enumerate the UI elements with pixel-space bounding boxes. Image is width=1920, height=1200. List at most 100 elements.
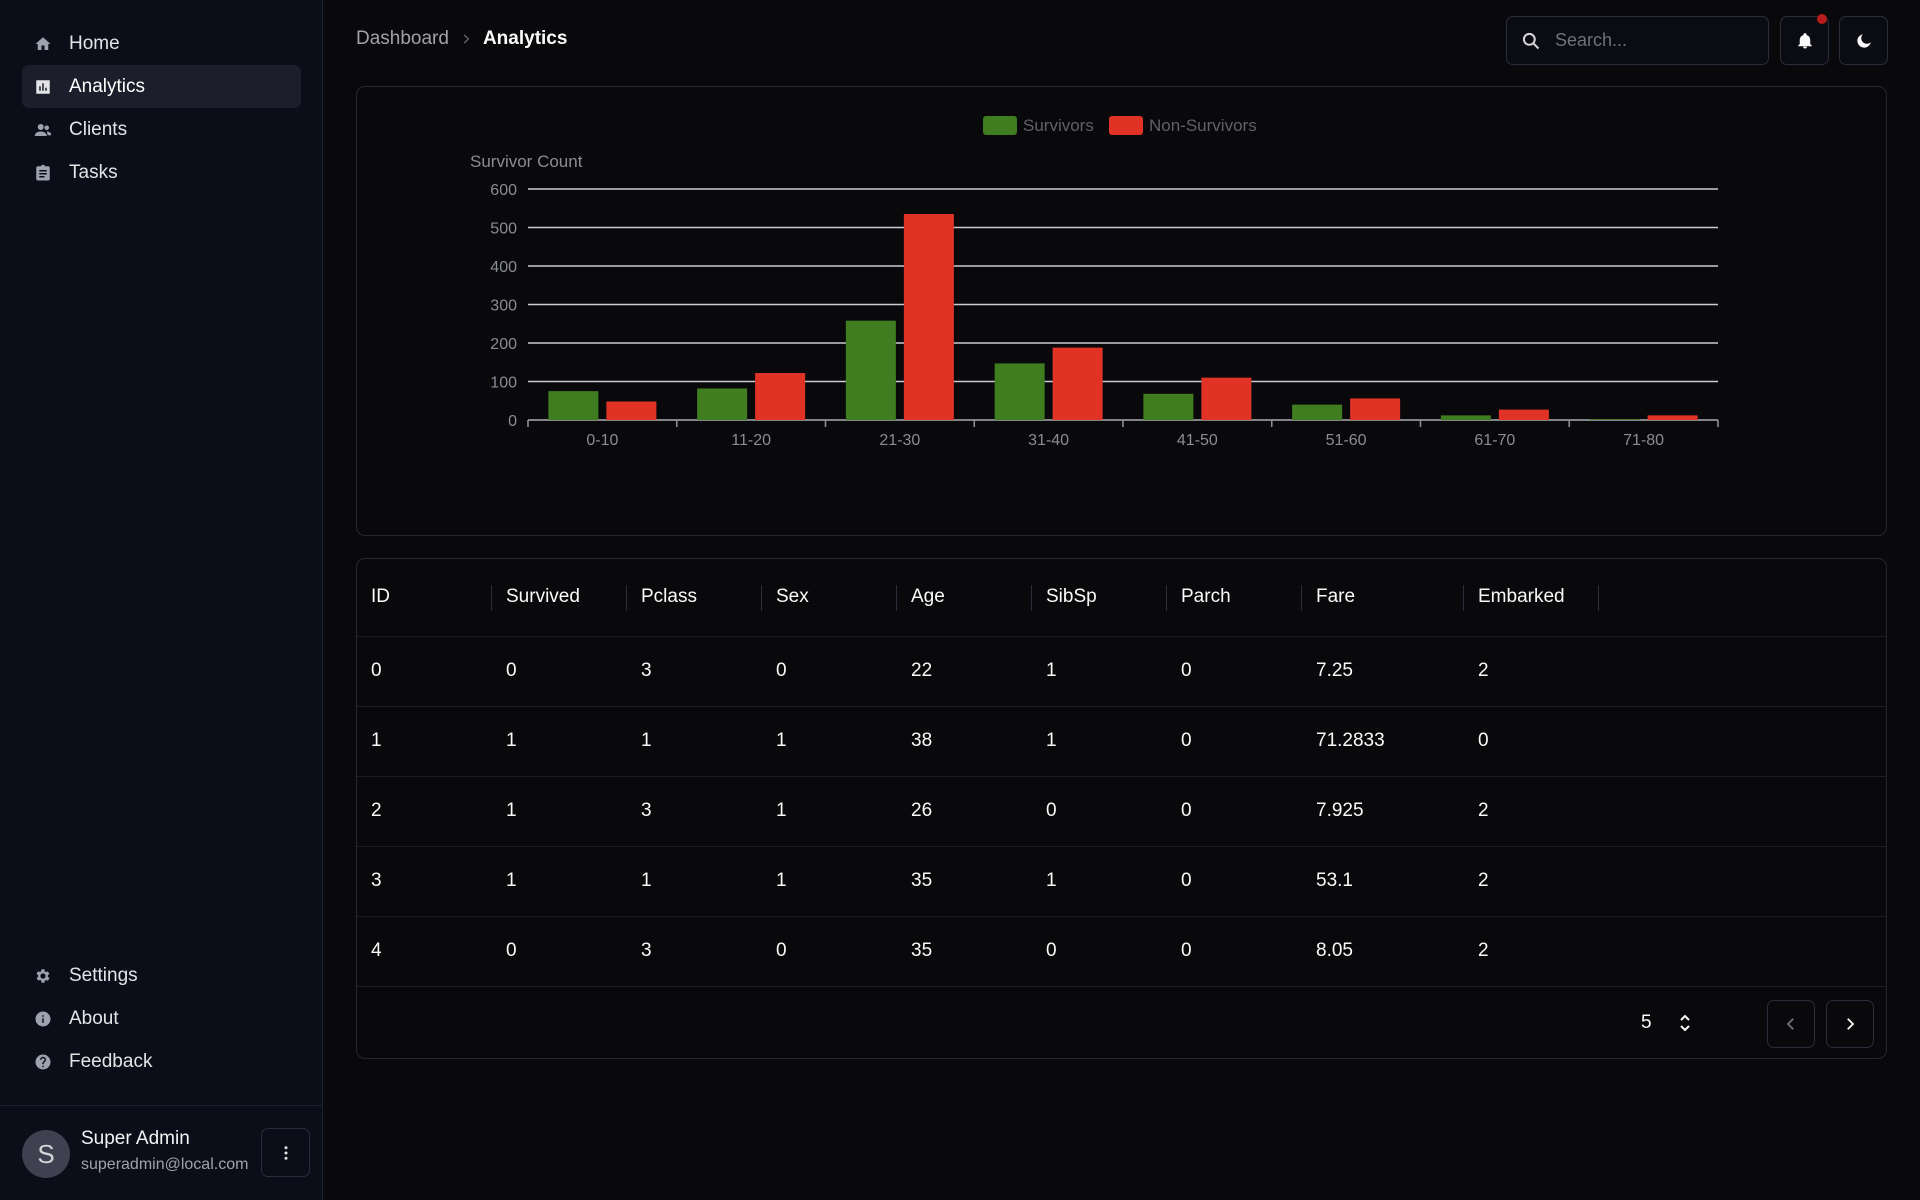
breadcrumb-dashboard-link[interactable]: Dashboard	[356, 28, 449, 50]
user-profile: S Super Admin superadmin@local.com	[0, 1105, 323, 1200]
bar-non-survivors	[903, 214, 954, 420]
table-cell: 2	[1464, 636, 1599, 707]
sidebar-item-label: Tasks	[69, 161, 118, 183]
legend-label: Survivors	[1023, 116, 1094, 135]
table-cell: 1	[627, 706, 762, 777]
table-cell-filler	[1599, 636, 1886, 707]
sidebar-item-label: Home	[69, 32, 120, 54]
x-tick-label: 51-60	[1326, 432, 1367, 449]
table-cell: 7.925	[1302, 776, 1464, 847]
table-cell: 35	[897, 846, 1032, 917]
column-header[interactable]: Sex	[762, 559, 897, 637]
column-header[interactable]: Parch	[1167, 559, 1302, 637]
search-icon	[1522, 32, 1540, 49]
table-cell: 2	[1464, 776, 1599, 847]
x-tick-label: 71-80	[1623, 432, 1664, 449]
table-row[interactable]: 3 1 1 1 35 1 0 53.1 2	[357, 846, 1886, 917]
users-icon	[34, 121, 52, 139]
table-row[interactable]: 2 1 3 1 26 0 0 7.925 2	[357, 776, 1886, 847]
table-cell: 8.05	[1302, 916, 1464, 987]
page-size-select[interactable]: 5	[1641, 1012, 1692, 1034]
table-cell: 0	[357, 636, 492, 707]
column-header-label: Survived	[506, 586, 580, 608]
table-row[interactable]: 4 0 3 0 35 0 0 8.05 2	[357, 916, 1886, 987]
y-tick-label: 500	[490, 221, 517, 238]
page-size-value: 5	[1641, 1012, 1652, 1033]
column-header-label: Fare	[1316, 586, 1356, 608]
legend-label: Non-Survivors	[1149, 116, 1257, 135]
search-input[interactable]	[1555, 30, 1745, 51]
table-cell: 2	[1464, 916, 1599, 987]
more-vertical-icon	[284, 1145, 287, 1160]
column-header[interactable]: ID	[357, 559, 492, 637]
next-page-button[interactable]	[1826, 1000, 1874, 1048]
column-header[interactable]: Pclass	[627, 559, 762, 637]
help-icon	[34, 1053, 52, 1071]
page-title: Analytics	[482, 28, 568, 49]
sidebar-item-clients[interactable]: Clients	[22, 108, 301, 151]
table-cell: 53.1	[1302, 846, 1464, 917]
table-cell: 0	[1464, 706, 1599, 777]
notifications-button[interactable]	[1780, 14, 1829, 65]
table-row[interactable]: 0 0 3 0 22 1 0 7.25 2	[357, 636, 1886, 707]
bar-non-survivors	[1350, 398, 1401, 420]
bar-non-survivors	[1201, 377, 1252, 420]
table-header-row: ID Survived Pclass Sex Age SibSp Parch Fare Emba…	[357, 559, 1886, 637]
table-cell: 1	[492, 706, 627, 777]
search-box[interactable]	[1506, 16, 1769, 65]
table-cell: 3	[627, 636, 762, 707]
chart-card: Survivors Non-Survivors Survivor Count 0 100…	[356, 86, 1887, 536]
chevron-right-icon	[1847, 1018, 1855, 1030]
column-header[interactable]: Embarked	[1464, 559, 1599, 637]
table-cell: 0	[492, 916, 627, 987]
info-icon	[34, 1010, 52, 1028]
table-cell: 1	[627, 846, 762, 917]
home-icon	[34, 35, 52, 53]
table-row[interactable]: 1 1 1 1 38 1 0 71.2833 0	[357, 706, 1886, 777]
table-cell: 71.2833	[1302, 706, 1464, 777]
survivor-bar-chart: Survivors Non-Survivors Survivor Count 0 100…	[470, 116, 1719, 449]
user-email: superadmin@local.com	[81, 1156, 249, 1173]
table-cell: 3	[357, 846, 492, 917]
column-header[interactable]: Fare	[1302, 559, 1464, 637]
x-tick-label: 11-20	[731, 432, 771, 449]
user-menu-button[interactable]	[261, 1128, 310, 1177]
table-cell: 1	[1032, 846, 1167, 917]
table-cell: 3	[627, 916, 762, 987]
table-cell: 0	[1032, 776, 1167, 847]
table-cell: 4	[357, 916, 492, 987]
bar-survivors	[1292, 404, 1343, 420]
avatar[interactable]: S	[22, 1130, 70, 1178]
notification-badge	[1817, 14, 1827, 24]
user-name: Super Admin	[81, 1128, 190, 1149]
previous-page-button[interactable]	[1767, 1000, 1815, 1048]
column-header-label: Age	[911, 586, 945, 608]
column-header[interactable]: SibSp	[1032, 559, 1167, 637]
table-cell: 1	[492, 776, 627, 847]
sidebar-item-feedback[interactable]: Feedback	[22, 1040, 301, 1083]
table-cell: 1	[357, 706, 492, 777]
sidebar-item-label: Clients	[69, 118, 128, 140]
table-cell: 0	[1167, 776, 1302, 847]
y-tick-label: 400	[490, 259, 517, 276]
sidebar-item-settings[interactable]: Settings	[22, 954, 301, 997]
sidebar-item-analytics[interactable]: Analytics	[22, 65, 301, 108]
table-cell: 38	[897, 706, 1032, 777]
sidebar-item-home[interactable]: Home	[22, 22, 301, 65]
column-header[interactable]: Age	[897, 559, 1032, 637]
chevron-left-icon	[1786, 1018, 1794, 1030]
sidebar-item-about[interactable]: About	[22, 997, 301, 1040]
sidebar-item-label: Analytics	[69, 75, 146, 97]
column-header-label: Pclass	[641, 586, 697, 608]
sidebar-item-tasks[interactable]: Tasks	[22, 151, 301, 194]
bar-survivors	[1440, 415, 1491, 420]
theme-toggle-button[interactable]	[1839, 16, 1888, 65]
data-table: ID Survived Pclass Sex Age SibSp Parch Fare Emba…	[357, 559, 1886, 987]
table-cell-filler	[1599, 706, 1886, 777]
table-pagination: 5	[357, 989, 1886, 1058]
table-cell: 3	[627, 776, 762, 847]
bar-survivors	[1589, 419, 1640, 420]
column-header[interactable]: Survived	[492, 559, 627, 637]
table-cell: 0	[1167, 846, 1302, 917]
x-tick-label: 21-30	[879, 432, 920, 449]
